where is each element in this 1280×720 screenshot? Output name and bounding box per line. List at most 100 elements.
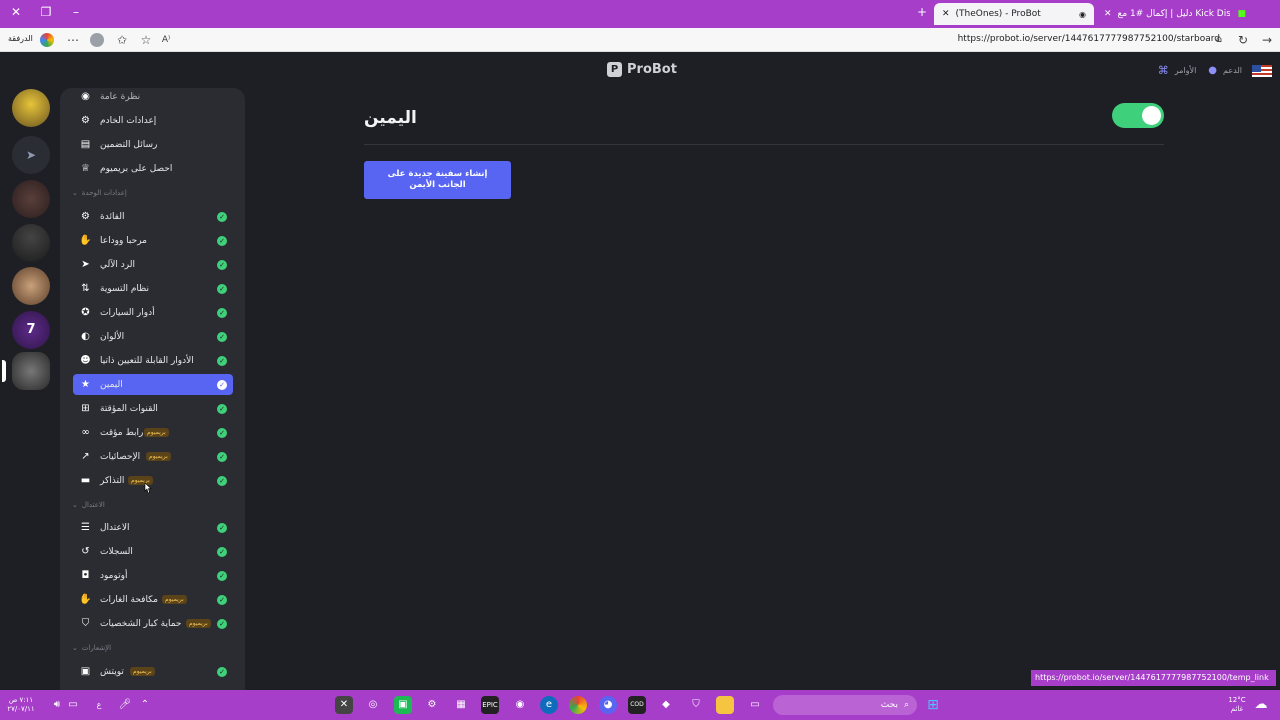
sidebar-item-logs[interactable]: ↺ السجلات ✓	[73, 541, 233, 562]
server-icon[interactable]	[12, 267, 50, 305]
embed-icon: ▤	[80, 139, 91, 150]
server-icon[interactable]: ➤	[12, 136, 50, 174]
sidebar-item-utility[interactable]: ⚙ الفائدة ✓	[73, 206, 233, 227]
sidebar-item-leveling[interactable]: ⇅ نظام التسوية ✓	[73, 278, 233, 299]
minimize-window-icon[interactable]: –	[66, 5, 86, 19]
sidebar-item-get-premium[interactable]: ♕ احصل على بريميوم	[73, 158, 233, 179]
server-icon[interactable]: 7	[12, 311, 50, 349]
section-module-settings[interactable]: ⌄ إعدادات الوحدة	[72, 189, 127, 197]
support-icon[interactable]: ●	[1208, 65, 1217, 76]
lock-icon[interactable]: ⌂	[1210, 32, 1228, 48]
sidebar-item-temp-channels[interactable]: ⊞ القنوات المؤقتة ✓	[73, 398, 233, 419]
create-starboard-button[interactable]: إنشاء سفينة جديدة على الجانب الأيمن	[364, 161, 511, 199]
forward-icon[interactable]: →	[1258, 32, 1276, 48]
store-icon[interactable]: ▦	[452, 696, 470, 714]
check-icon: ✓	[217, 428, 227, 438]
sidebar-item-auto-roles[interactable]: ✪ أدوار السيارات ✓	[73, 302, 233, 323]
app-icon[interactable]: ▣	[394, 696, 412, 714]
clock[interactable]: ٧:١١ ص ٢٧/٠٧/١١	[4, 696, 38, 714]
address-bar[interactable]: https://probot.io/server/144761777798775…	[958, 34, 1220, 44]
sidebar-item-moderation[interactable]: ☰ الاعتدال ✓	[73, 517, 233, 538]
server-icon[interactable]	[12, 89, 50, 127]
eye-icon: ◉	[81, 91, 90, 102]
settings-icon[interactable]: ⚙	[423, 696, 441, 714]
capture-icon[interactable]: ◉	[511, 696, 529, 714]
read-aloud-icon[interactable]: A⁾	[157, 32, 175, 48]
sidebar-item-anti-raid[interactable]: ✋ مكافحة الغارات بريميوم ✓	[73, 589, 233, 610]
tab-close-icon[interactable]: ✕	[1104, 9, 1112, 19]
more-options-icon[interactable]: ⋯	[64, 32, 82, 48]
add-favorite-icon[interactable]: ☆	[137, 32, 155, 48]
sidebar-item-automod[interactable]: ◘ أوتومود ✓	[73, 565, 233, 586]
new-tab-icon[interactable]: +	[912, 5, 932, 19]
chart-icon: ↗	[81, 451, 90, 462]
epic-games-icon[interactable]: EPIC	[481, 696, 499, 714]
sidebar-item-stats[interactable]: ↗ الإحصائيات بريميوم ✓	[73, 446, 233, 467]
probot-logo[interactable]: P ProBot	[607, 62, 677, 77]
sidebar-item-starboard[interactable]: ★ اليمين ✓	[73, 374, 233, 395]
check-icon: ✓	[217, 332, 227, 342]
sidebar-item-embed-messages[interactable]: ▤ رسائل التضمين	[73, 134, 233, 155]
profile-avatar[interactable]	[90, 33, 104, 47]
commands-icon[interactable]: ⌘	[1158, 64, 1169, 77]
taskbar-search[interactable]: بحث ⌕	[773, 695, 917, 715]
sidebar-item-vip-protection[interactable]: ⛉ حماية كبار الشخصيات بريميوم ✓	[73, 613, 233, 634]
sidebar-item-label: رابط مؤقت	[100, 427, 144, 438]
close-window-icon[interactable]: ✕	[6, 5, 26, 19]
premium-badge: بريميوم	[146, 452, 171, 461]
discord-icon[interactable]: ◕	[599, 696, 617, 714]
list-icon: ☰	[81, 522, 90, 533]
favorites-icon[interactable]: ✩	[113, 32, 131, 48]
maximize-window-icon[interactable]: ❐	[36, 5, 56, 19]
tab-kick-label: دليل | إكمال #1 مع Kick Discord	[1117, 9, 1230, 19]
file-explorer-icon[interactable]	[716, 696, 734, 714]
sidebar-item-self-assignable-roles[interactable]: ☻ الأدوار القابلة للتعيين ذاتيا ✓	[73, 350, 233, 371]
commands-link[interactable]: الأوامر	[1175, 66, 1197, 75]
check-icon: ✓	[217, 284, 227, 294]
language-indicator[interactable]: ع	[90, 696, 108, 714]
medal-icon: ✪	[81, 307, 90, 318]
browser-left-label[interactable]: الدرفقة	[8, 34, 33, 43]
chrome-icon[interactable]	[569, 696, 587, 714]
app-icon[interactable]: ◆	[657, 696, 675, 714]
sidebar-item-tickets[interactable]: ▬ التذاكر بريميوم ✓	[73, 470, 233, 491]
section-moderation[interactable]: ⌄ الاعتدال	[72, 501, 105, 509]
sidebar-item-colors[interactable]: ◐ الألوان ✓	[73, 326, 233, 347]
copilot-icon[interactable]	[40, 33, 54, 47]
weather-widget[interactable]: 12°C غائم	[1222, 696, 1252, 714]
defender-icon[interactable]: ⛉	[687, 696, 705, 714]
check-icon: ✓	[217, 308, 227, 318]
tab-probot-label: (TheOnes) - ProBot	[955, 9, 1041, 19]
steam-icon[interactable]: ◎	[364, 696, 382, 714]
refresh-icon[interactable]: ↻	[1234, 32, 1252, 48]
sidebar-item-twitch[interactable]: ▣ تويتش بريميوم ✓	[73, 661, 233, 682]
tab-kick-discord[interactable]: ✕ دليل | إكمال #1 مع Kick Discord ■	[1096, 3, 1254, 25]
starboard-enable-toggle[interactable]	[1112, 103, 1164, 128]
sidebar-item-server-settings[interactable]: ⚙ إعدادات الخادم	[73, 110, 233, 131]
section-notifications[interactable]: ⌄ الإشعارات	[72, 644, 111, 652]
sidebar-item-label: رسائل التضمين	[100, 139, 158, 150]
sidebar-item-welcome[interactable]: ✋ مرحبا ووداعا ✓	[73, 230, 233, 251]
windows-start-icon[interactable]: ⊞	[924, 696, 942, 714]
microphone-icon[interactable]: 🎤︎	[116, 696, 134, 714]
xbox-app-icon[interactable]: ✕	[335, 696, 353, 714]
edge-browser-icon[interactable]: e	[540, 696, 558, 714]
app-icon[interactable]: ▭	[746, 696, 764, 714]
network-icon[interactable]: ▭	[64, 696, 82, 714]
check-icon: ✓	[217, 236, 227, 246]
call-of-duty-icon[interactable]: COD	[628, 696, 646, 714]
check-icon: ✓	[217, 523, 227, 533]
sidebar-item-temp-link[interactable]: ∞ رابط مؤقت بريميوم ✓	[73, 422, 233, 443]
server-icon-active[interactable]	[12, 352, 50, 390]
tab-close-icon[interactable]: ✕	[942, 9, 950, 19]
hand-icon: ✋	[79, 235, 92, 246]
tab-probot[interactable]: ✕ (TheOnes) - ProBot ◉	[934, 3, 1094, 25]
us-flag-icon[interactable]	[1252, 64, 1272, 77]
tray-chevron-up-icon[interactable]: ⌃	[136, 696, 154, 714]
sidebar-item-overview[interactable]: ◉ نظرة عامة	[73, 88, 233, 107]
sidebar-item-auto-responder[interactable]: ➤ الرد الآلي ✓	[73, 254, 233, 275]
server-icon[interactable]	[12, 224, 50, 262]
sidebar-item-label: الفائدة	[100, 211, 125, 222]
server-icon[interactable]	[12, 180, 50, 218]
support-link[interactable]: الدعم	[1223, 66, 1242, 75]
